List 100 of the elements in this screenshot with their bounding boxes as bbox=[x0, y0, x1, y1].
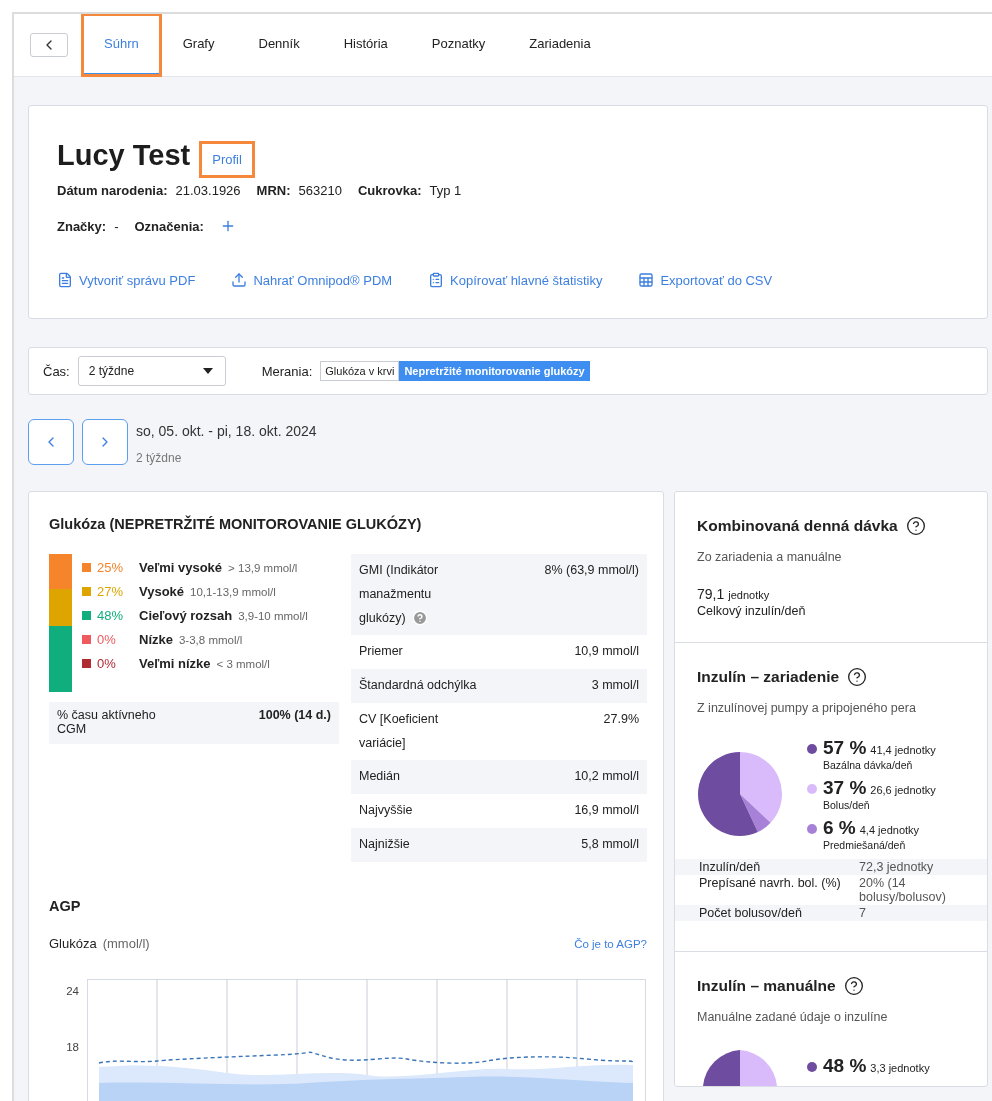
stat-value: 8% (63,9 mmol/l) bbox=[544, 562, 639, 579]
stat-label: Prepísané navrh. bol. (%) bbox=[699, 876, 842, 892]
range-limits: 3-3,8 mmol/l bbox=[178, 634, 243, 646]
document-icon bbox=[57, 272, 73, 288]
active-cgm-label: % času aktívneho CGM bbox=[57, 708, 157, 736]
profile-link[interactable]: Profil bbox=[200, 142, 254, 177]
help-icon[interactable] bbox=[905, 516, 926, 536]
stat-label: Inzulín/deň bbox=[699, 860, 762, 874]
stat-label: Medián bbox=[359, 768, 401, 786]
section-title: Inzulín – manuálne bbox=[697, 976, 965, 996]
action-link[interactable]: Nahrať Omnipod® PDM bbox=[231, 272, 393, 288]
active-cgm-value: 100% (14 d.) bbox=[258, 708, 331, 724]
field-label: Dátum narodenia: bbox=[57, 183, 168, 198]
help-icon[interactable] bbox=[843, 976, 864, 996]
help-icon[interactable] bbox=[847, 667, 868, 687]
section-title: Kombinovaná denná dávka bbox=[697, 516, 965, 536]
legend-percent: 57 % bbox=[823, 737, 867, 759]
range-name: Veľmi nízke bbox=[139, 656, 211, 671]
range-name: Nízke bbox=[139, 632, 173, 647]
stat-label: Najvyššie bbox=[359, 802, 414, 819]
stat-label: Najnižšie bbox=[359, 835, 411, 853]
range-name: Cieľový rozsah bbox=[139, 608, 233, 623]
legend-percent: 48 % bbox=[823, 1055, 867, 1077]
range-name: Vysoké bbox=[139, 584, 185, 599]
stat-value: 72,3 jednotky bbox=[859, 860, 935, 874]
field-value: 21.03.1926 bbox=[175, 183, 241, 198]
stat-value: 10,9 mmol/l bbox=[574, 643, 639, 661]
range-limits: 10,1-13,9 mmol/l bbox=[190, 586, 276, 598]
clipboard-icon bbox=[428, 272, 445, 288]
stat-value: 3 mmol/l bbox=[591, 677, 639, 694]
action-link[interactable]: Kopírovať hlavné štatistiky bbox=[428, 272, 603, 288]
axis-unit: (mmol/l) bbox=[102, 935, 150, 951]
dose-caption: Celkový inzulín/deň bbox=[697, 604, 807, 618]
stat-value: 7 bbox=[859, 906, 867, 920]
previous-button[interactable] bbox=[28, 419, 74, 465]
nav-tab[interactable]: Súhrn bbox=[82, 14, 161, 76]
range-percent: 0% bbox=[97, 632, 117, 647]
nav-tab[interactable]: Poznatky bbox=[409, 14, 508, 76]
section-title: Inzulín – zariadenie bbox=[697, 667, 965, 687]
period-label: 2 týždne bbox=[136, 451, 183, 465]
range-percent: 27% bbox=[97, 584, 125, 599]
stat-value: 27.9% bbox=[603, 710, 639, 728]
stat-label: CV [Koeficient variácie] bbox=[359, 710, 440, 752]
caret-icon bbox=[202, 368, 213, 374]
stat-value: 5,8 mmol/l bbox=[581, 835, 639, 853]
range-name: Veľmi vysoké bbox=[139, 560, 223, 575]
nav-tab[interactable]: Grafy bbox=[160, 14, 237, 76]
legend-caption: Bolus/deň bbox=[823, 799, 871, 811]
nav-tab[interactable]: História bbox=[321, 14, 410, 76]
back-button[interactable] bbox=[30, 33, 68, 57]
legend-units: 41,4 jednotky bbox=[870, 744, 936, 756]
measurement-toggle[interactable]: Nepretržité monitorovanie glukózy bbox=[399, 361, 590, 381]
time-label: Čas: bbox=[43, 363, 70, 379]
range-limits: < 3 mmol/l bbox=[216, 658, 270, 670]
range-percent: 25% bbox=[97, 560, 125, 575]
range-limits: 3,9-10 mmol/l bbox=[238, 610, 308, 622]
legend-units: 3,3 jednotky bbox=[870, 1062, 930, 1074]
field-value: Typ 1 bbox=[429, 183, 462, 198]
field-label: MRN: bbox=[256, 183, 291, 198]
stat-label: Počet bolusov/deň bbox=[699, 906, 803, 920]
markers-label: Označenia: bbox=[134, 218, 204, 234]
y-axis-label: 24 bbox=[66, 984, 79, 997]
dose-unit: jednotky bbox=[728, 589, 770, 601]
section-subtitle: Zo zariadenia a manuálne bbox=[697, 550, 843, 564]
tags-label: Značky: bbox=[57, 218, 107, 234]
card-title: Glukóza (NEPRETRŽITÉ MONITOROVANIE GLUKÓZY) bbox=[49, 516, 423, 532]
time-select[interactable]: 2 týždne bbox=[77, 356, 226, 386]
measurement-toggle[interactable]: Glukóza v krvi bbox=[320, 361, 400, 381]
range-percent: 0% bbox=[97, 656, 117, 671]
dose-value: 79,1 bbox=[697, 586, 725, 602]
tags-value: - bbox=[114, 218, 119, 234]
section-subtitle: Z inzulínovej pumpy a pripojeného pera bbox=[697, 701, 917, 715]
axis-label: Glukóza bbox=[49, 935, 97, 951]
field-value: 563210 bbox=[298, 183, 342, 198]
legend-units: 26,6 jednotky bbox=[870, 784, 936, 796]
y-axis-label: 18 bbox=[66, 1040, 79, 1053]
patient-name: Lucy Test bbox=[57, 139, 191, 172]
spreadsheet-icon bbox=[638, 272, 655, 288]
nav-tab[interactable]: Denník bbox=[236, 14, 322, 76]
stat-value: 16,9 mmol/l bbox=[574, 802, 639, 819]
action-link[interactable]: Exportovať do CSV bbox=[638, 272, 773, 288]
agp-title: AGP bbox=[49, 897, 82, 914]
stat-value: 20% (14 bolusy/bolusov) bbox=[859, 876, 947, 904]
stat-label: Štandardná odchýlka bbox=[359, 676, 478, 694]
date-range: so, 05. okt. - pi, 18. okt. 2024 bbox=[136, 423, 317, 439]
agp-help-link[interactable]: Čo je to AGP? bbox=[574, 937, 647, 950]
next-button[interactable] bbox=[82, 419, 128, 465]
legend-units: 4,4 jednotky bbox=[859, 824, 920, 836]
section-subtitle: Manuálne zadané údaje o inzulíne bbox=[697, 1010, 889, 1024]
range-percent: 48% bbox=[97, 608, 125, 623]
action-link[interactable]: Vytvoriť správu PDF bbox=[57, 272, 196, 288]
nav-tab[interactable]: Zariadenia bbox=[507, 14, 613, 76]
range-limits: > 13,9 mmol/l bbox=[228, 562, 298, 574]
legend-percent: 37 % bbox=[823, 777, 867, 799]
legend-caption: Predmiešaná/deň bbox=[823, 839, 907, 851]
measurements-label: Merania: bbox=[261, 363, 313, 379]
stat-value: 10,2 mmol/l bbox=[574, 768, 639, 786]
stat-label: Priemer bbox=[359, 643, 404, 661]
field-label: Cukrovka: bbox=[357, 183, 422, 198]
upload-icon bbox=[231, 272, 248, 288]
